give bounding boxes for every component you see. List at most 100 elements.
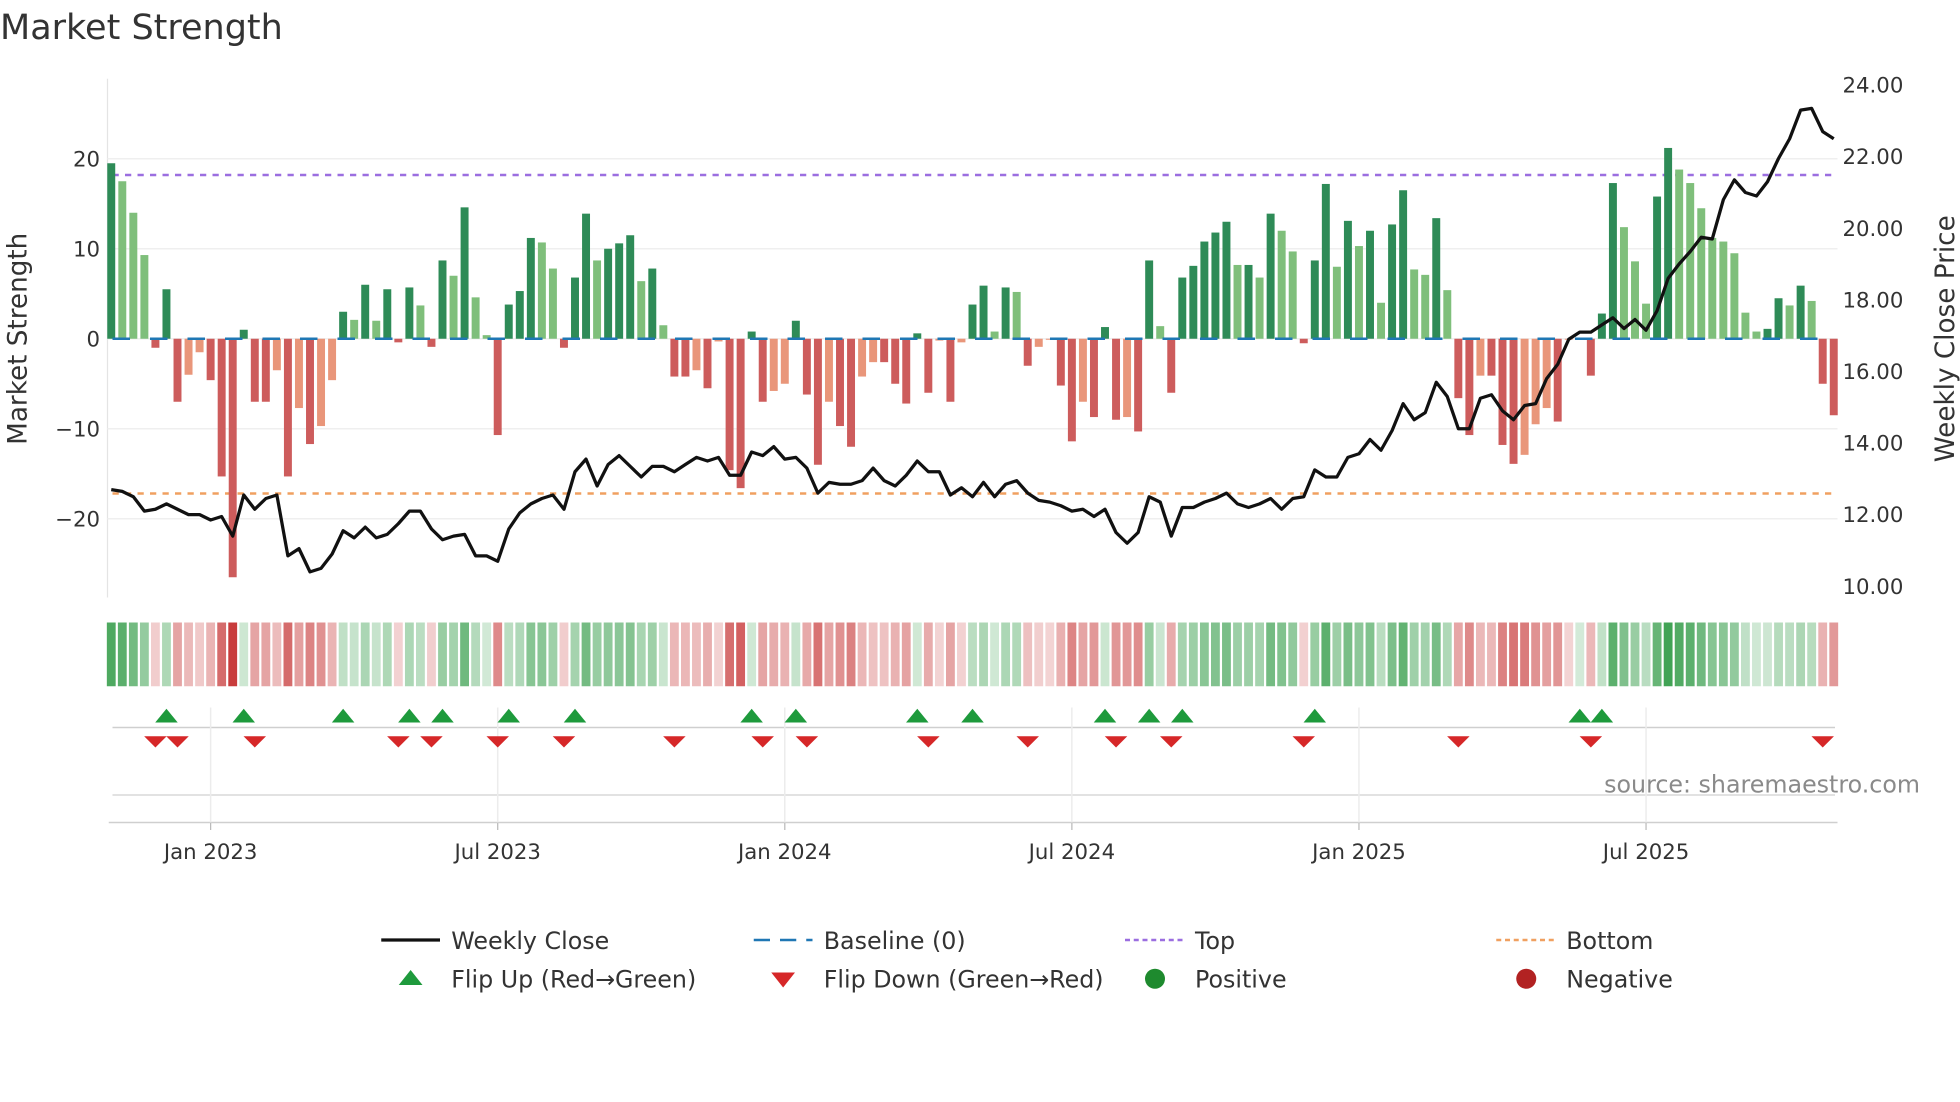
strip-cell [1398,622,1408,687]
strip-cell [294,622,304,687]
strength-bar [869,338,878,363]
strength-bar [1509,338,1518,464]
strength-bar [1277,230,1286,339]
strip-cell [371,622,381,687]
strip-cell [1774,622,1783,687]
strength-bar [317,338,326,427]
strip-cell [416,622,425,687]
strength-bar [1078,338,1087,402]
strip-cell [725,622,734,687]
strength-bar [1730,253,1739,339]
strength-bar [1266,213,1275,339]
strip-cell [1498,622,1507,687]
strength-bar [1233,264,1242,339]
strength-bar [659,325,668,339]
legend-label: Top [1194,927,1235,955]
strip-cell [1244,622,1253,687]
strength-bar [1686,183,1695,339]
strength-bar [1034,338,1043,347]
strength-bar [1123,338,1132,418]
strength-bar [1774,298,1783,339]
strip-cell [1829,622,1839,687]
strip-cell [1487,622,1496,687]
strength-bar [703,338,712,389]
strip-cell [1741,622,1750,687]
strip-cell [261,622,271,687]
strength-bars [107,147,1838,578]
strip-cell [482,622,492,687]
strength-bar [1421,274,1430,339]
strength-bar [173,338,182,402]
legend: Weekly Close Baseline (0) Top Bottom Flip Up… [381,927,1673,994]
flip-down-marker [387,736,410,748]
strip-cell [404,622,414,687]
strip-cell [1586,622,1596,687]
x-ticks: Jan 2023 Jul 2023 Jan 2024 Jul 2024 Jan 2025… [162,822,1689,865]
strength-bar [692,338,701,371]
strength-bar [1288,251,1297,339]
strength-bar [1785,305,1794,339]
strip-cell [1122,622,1132,687]
strength-bar [294,338,303,409]
strip-cell [559,622,569,687]
strip-cell [1354,622,1364,687]
x-tick-label: Jan 2023 [162,840,258,865]
strip-cell [625,622,635,687]
strip-cell [305,622,315,687]
strength-bar [350,319,359,339]
strip-cell [879,622,889,687]
strip-cell [173,622,182,687]
strip-cell [901,622,911,687]
strip-cell [1067,622,1077,687]
strip-cell [438,622,447,687]
strength-bar [593,260,602,339]
strength-bar [250,338,259,402]
strength-bar [946,338,955,402]
strip-cell [515,622,525,687]
y-tick-label: 0 [86,327,100,352]
x-tick-label: Jul 2023 [452,840,540,865]
strength-bar [129,212,138,339]
flip-up-marker [431,708,454,723]
strip-cell [603,622,613,687]
strength-bar [1089,338,1098,418]
flip-down-marker [420,736,443,748]
strength-bar [1807,300,1816,339]
strip-cell [217,622,227,687]
strip-cell [1343,622,1353,687]
strip-cell [283,622,293,687]
flip-down-marker [166,736,189,748]
strip-cell [1100,622,1110,687]
strength-bar [1432,218,1441,339]
strip-cell [471,622,481,687]
flip-up-marker [563,708,587,723]
strip-cell [1023,622,1033,687]
strength-bar [968,304,977,339]
strip-cell [1674,622,1684,687]
legend-label: Flip Up (Red→Green) [451,966,696,994]
strip-cell [1763,622,1772,687]
legend-item: Positive [1145,966,1287,994]
strength-bar [1642,303,1651,339]
flip-up-marker [1303,708,1327,723]
strip-cell [957,622,966,687]
strip-cell [128,622,138,687]
strength-bar [1377,302,1386,339]
strip-cell [1299,622,1309,687]
strip-cell [692,622,701,687]
strip-cell [1696,622,1706,687]
flip-up-marker [497,708,520,723]
strength-bar [725,338,734,471]
strength-heat-strip [106,622,1839,687]
strip-cell [1420,622,1430,687]
strength-bar [858,338,867,377]
strength-bar [1056,338,1065,386]
strip-cell [658,622,668,687]
y-tick-label: 10 [73,237,100,262]
y-right-tick-label: 14.00 [1843,432,1904,457]
strip-cell [923,622,933,687]
strength-bar [791,320,800,339]
strip-cell [857,622,867,687]
strip-cell [526,622,536,687]
flip-down-marker [486,736,509,748]
